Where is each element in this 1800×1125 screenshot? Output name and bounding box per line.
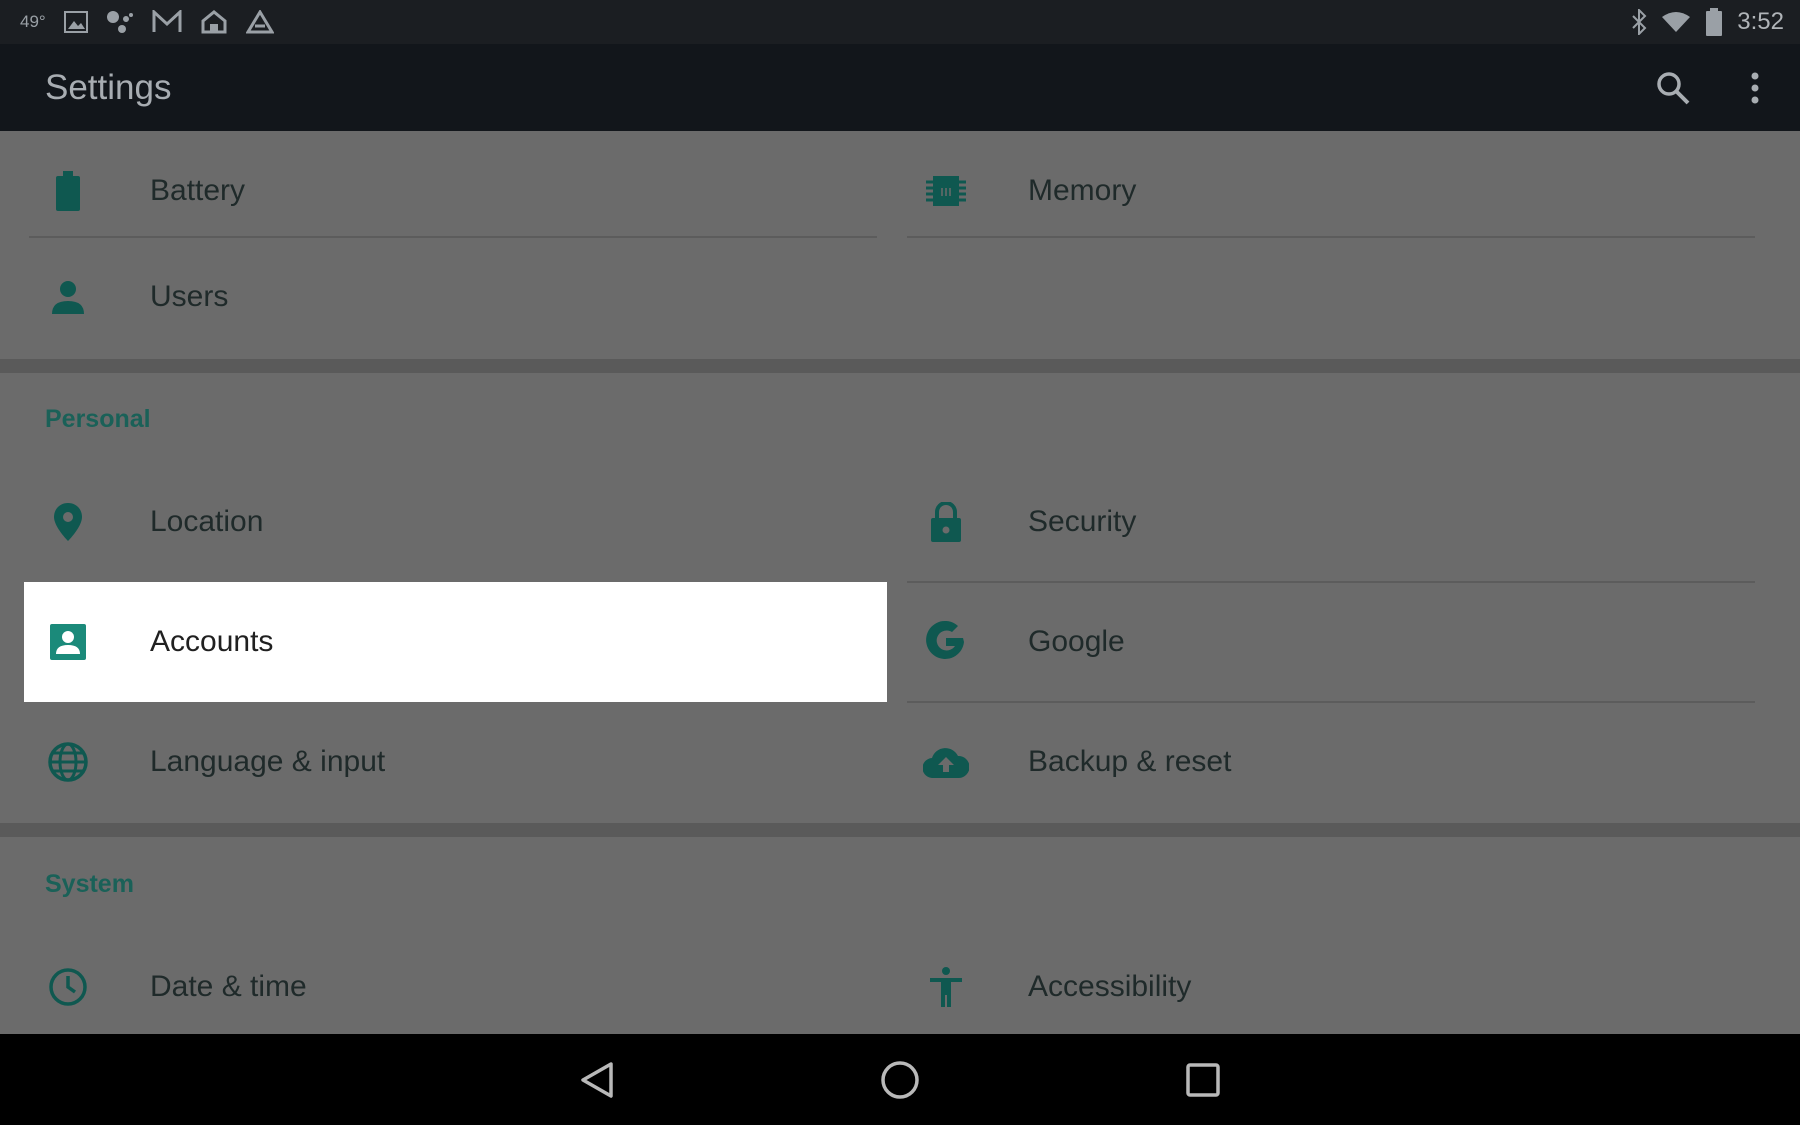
more-vert-icon bbox=[1751, 72, 1759, 103]
settings-item-label: Location bbox=[150, 505, 264, 538]
settings-item-memory[interactable]: Memory bbox=[902, 131, 1756, 251]
settings-item-users[interactable]: Users bbox=[24, 237, 878, 357]
recents-icon bbox=[1186, 1062, 1220, 1097]
search-button[interactable] bbox=[1648, 63, 1698, 113]
divider bbox=[907, 236, 1755, 238]
page-title: Settings bbox=[45, 68, 172, 107]
settings-item-label: Google bbox=[1028, 625, 1125, 658]
home-button[interactable] bbox=[860, 1034, 940, 1125]
section-separator bbox=[0, 823, 1800, 837]
wifi-icon bbox=[1661, 11, 1691, 33]
settings-item-accounts[interactable]: Accounts bbox=[24, 582, 878, 702]
navigation-bar bbox=[0, 1034, 1800, 1125]
clock-text: 3:52 bbox=[1737, 8, 1784, 35]
section-header-personal: Personal bbox=[45, 405, 151, 433]
settings-item-label: Backup & reset bbox=[1028, 745, 1232, 778]
assistant-icon bbox=[106, 10, 134, 34]
back-icon bbox=[581, 1061, 613, 1098]
cloud-upload-icon bbox=[902, 746, 990, 778]
back-button[interactable] bbox=[557, 1034, 637, 1125]
settings-item-date-time[interactable]: Date & time bbox=[24, 927, 878, 1034]
settings-item-label: Security bbox=[1028, 505, 1137, 538]
section-separator bbox=[0, 359, 1800, 373]
section-header-system: System bbox=[45, 870, 134, 898]
home-icon bbox=[200, 10, 228, 34]
temperature-text: 49° bbox=[20, 12, 46, 31]
more-options-button[interactable] bbox=[1730, 63, 1780, 113]
settings-item-backup-reset[interactable]: Backup & reset bbox=[902, 702, 1756, 822]
app-bar: Settings bbox=[0, 44, 1800, 131]
battery-icon bbox=[1705, 8, 1723, 36]
battery-icon bbox=[24, 171, 112, 211]
clock-icon bbox=[24, 967, 112, 1007]
settings-item-battery[interactable]: Battery bbox=[24, 131, 878, 251]
person-icon bbox=[24, 280, 112, 314]
settings-item-label: Date & time bbox=[150, 970, 307, 1003]
app-bar-actions bbox=[1648, 44, 1780, 131]
accessibility-icon bbox=[902, 967, 990, 1007]
settings-item-label: Users bbox=[150, 280, 229, 313]
status-bar-left: 49° bbox=[20, 0, 274, 44]
settings-item-google[interactable]: Google bbox=[902, 582, 1756, 702]
settings-item-label: Accounts bbox=[150, 625, 274, 658]
settings-item-language-input[interactable]: Language & input bbox=[24, 702, 878, 822]
settings-list: Battery Memory Users Personal Location S… bbox=[0, 131, 1800, 1034]
image-icon bbox=[63, 11, 88, 33]
gmail-icon bbox=[152, 10, 182, 34]
status-bar: 49° 3:52 bbox=[0, 0, 1800, 44]
settings-item-accessibility[interactable]: Accessibility bbox=[902, 927, 1756, 1034]
recents-button[interactable] bbox=[1163, 1034, 1243, 1125]
drive-icon bbox=[245, 10, 274, 34]
lock-icon bbox=[902, 502, 990, 542]
home-circle-icon bbox=[881, 1060, 919, 1099]
google-icon bbox=[902, 619, 990, 665]
settings-item-label: Language & input bbox=[150, 745, 386, 778]
location-icon bbox=[24, 503, 112, 541]
settings-item-location[interactable]: Location bbox=[24, 462, 878, 582]
settings-item-label: Memory bbox=[1028, 174, 1137, 207]
bluetooth-icon bbox=[1631, 9, 1647, 35]
memory-icon bbox=[902, 174, 990, 208]
search-icon bbox=[1657, 71, 1690, 104]
globe-icon bbox=[24, 742, 112, 782]
settings-item-label: Accessibility bbox=[1028, 970, 1192, 1003]
account-box-icon bbox=[24, 624, 112, 660]
settings-item-label: Battery bbox=[150, 174, 246, 207]
settings-item-security[interactable]: Security bbox=[902, 462, 1756, 582]
status-bar-right: 3:52 bbox=[1631, 0, 1784, 44]
